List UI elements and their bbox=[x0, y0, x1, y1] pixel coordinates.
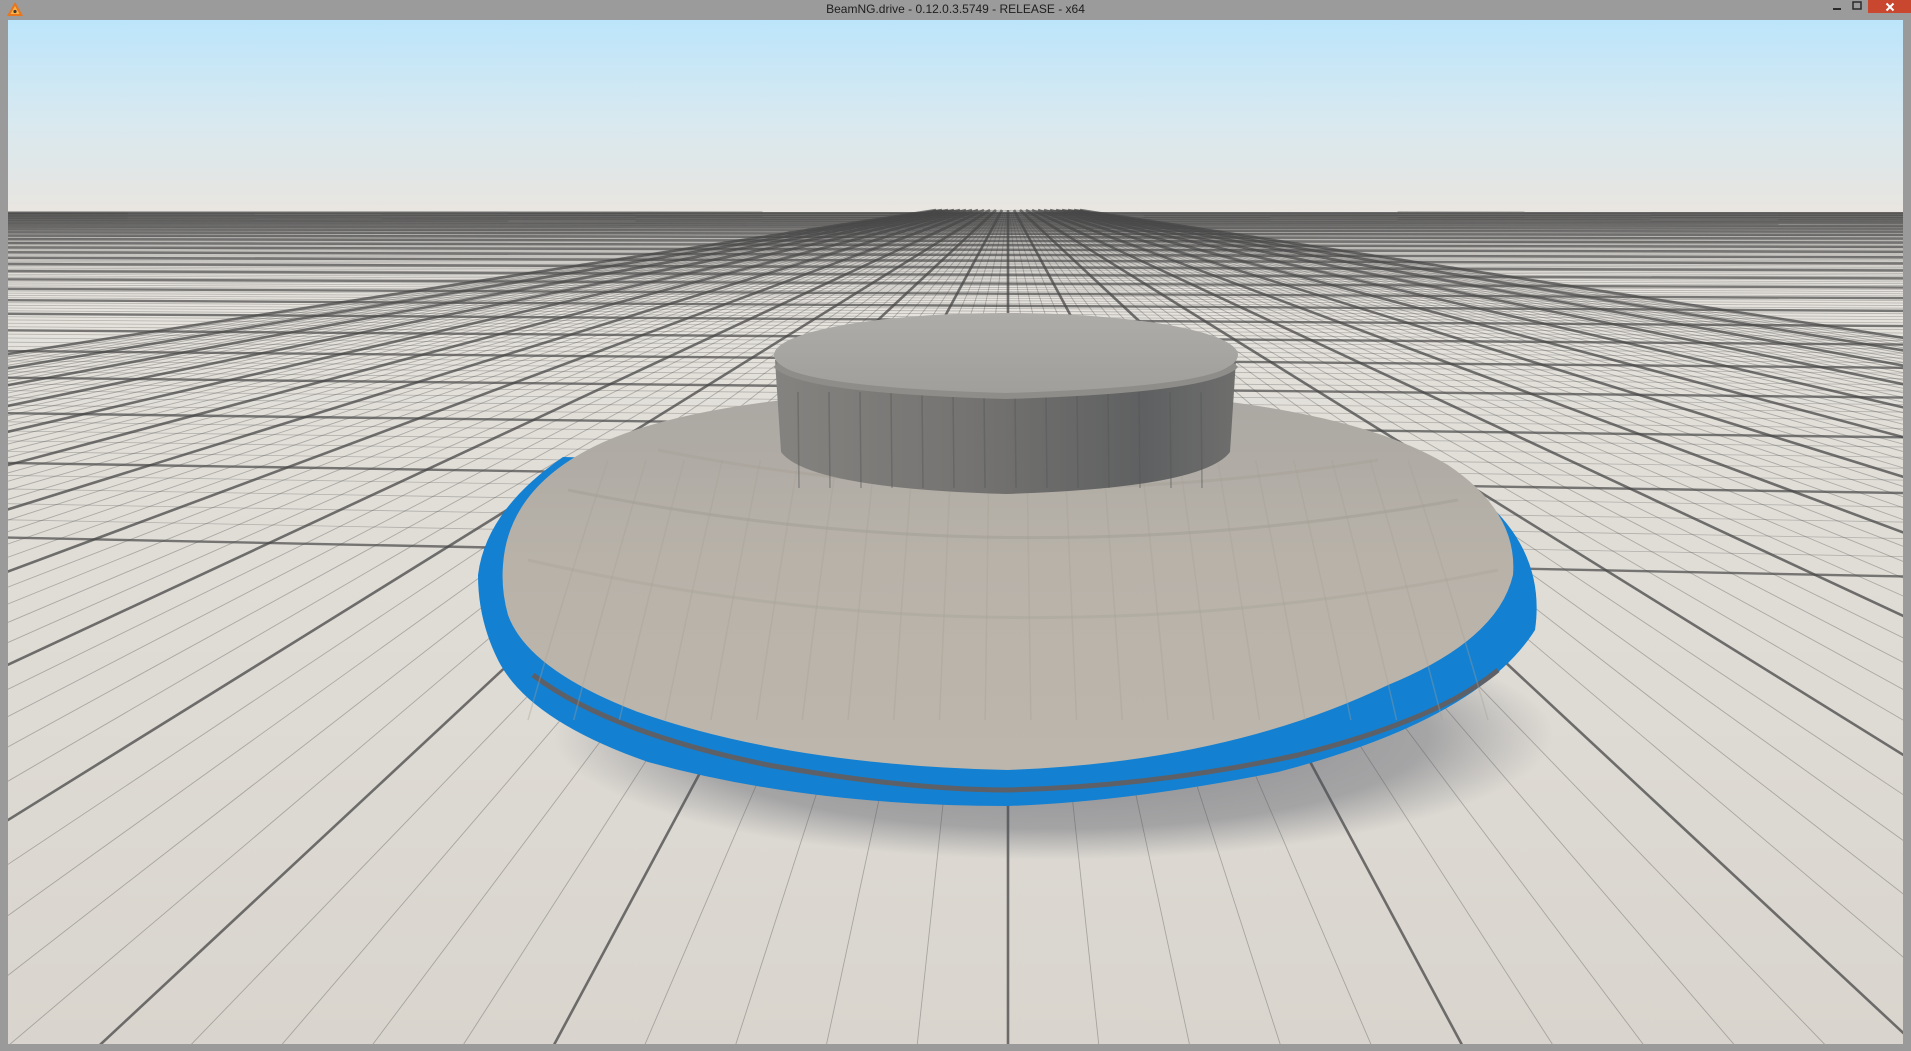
maximize-icon bbox=[1852, 1, 1862, 10]
close-button[interactable] bbox=[1868, 0, 1911, 13]
facet-line bbox=[952, 391, 955, 489]
title-bar[interactable]: BeamNG.drive - 0.12.0.3.5749 - RELEASE -… bbox=[0, 0, 1911, 20]
facet-line bbox=[921, 391, 924, 489]
facet-line bbox=[1076, 391, 1079, 489]
facet-line bbox=[890, 391, 893, 489]
facet-line bbox=[797, 391, 800, 489]
facet-line bbox=[1200, 391, 1203, 489]
3d-scene[interactable] bbox=[8, 20, 1903, 1044]
game-viewport[interactable] bbox=[8, 20, 1903, 1044]
facet-line bbox=[983, 391, 986, 489]
minimize-button[interactable] bbox=[1828, 0, 1846, 12]
game-window: BeamNG.drive - 0.12.0.3.5749 - RELEASE -… bbox=[0, 0, 1911, 1051]
facet-line bbox=[1014, 391, 1017, 489]
facet-line bbox=[1169, 391, 1172, 489]
facet-line bbox=[1045, 391, 1048, 489]
maximize-button[interactable] bbox=[1848, 0, 1866, 12]
facet-line bbox=[1138, 391, 1141, 489]
close-icon bbox=[1885, 2, 1894, 11]
beamng-logo-icon[interactable] bbox=[6, 1, 24, 17]
facet-line bbox=[828, 391, 831, 489]
minimize-icon bbox=[1833, 8, 1841, 10]
facet-line bbox=[1107, 391, 1110, 489]
sky bbox=[8, 20, 1903, 210]
window-title: BeamNG.drive - 0.12.0.3.5749 - RELEASE -… bbox=[826, 2, 1085, 16]
facet-line bbox=[859, 391, 862, 489]
